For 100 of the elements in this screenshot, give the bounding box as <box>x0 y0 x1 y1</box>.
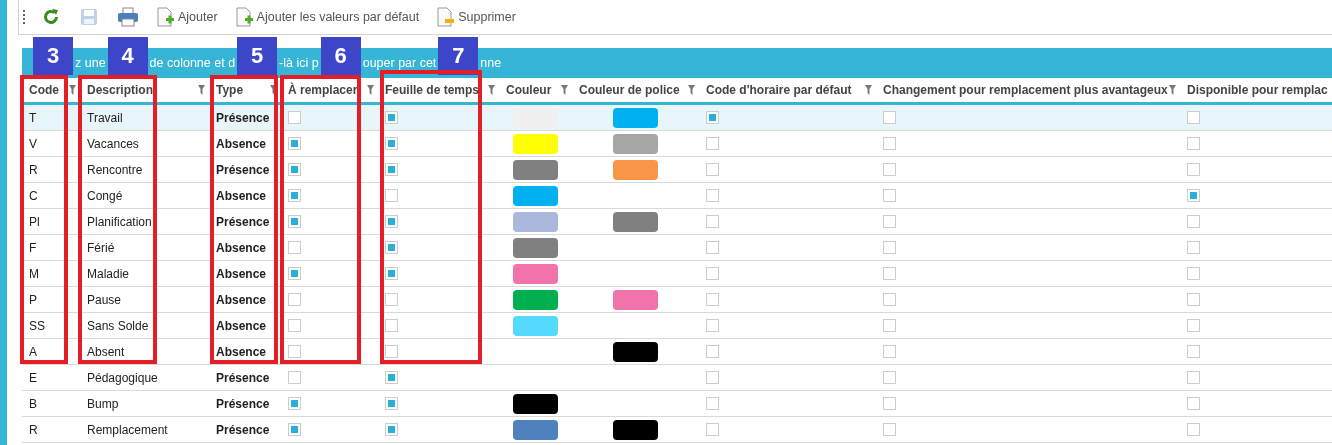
color-swatch[interactable] <box>513 211 558 232</box>
checkbox[interactable] <box>883 397 896 410</box>
table-row[interactable]: T Travail Présence <box>22 105 1332 131</box>
checkbox[interactable] <box>288 163 301 176</box>
checkbox[interactable] <box>288 241 301 254</box>
delete-button[interactable]: Supprimer <box>435 5 518 29</box>
column-header[interactable]: Code d'horaire par défaut <box>699 78 876 102</box>
column-header[interactable]: Feuille de temps <box>378 78 499 102</box>
checkbox[interactable] <box>1187 137 1200 150</box>
table-row[interactable]: A Absent Absence <box>22 339 1332 365</box>
checkbox[interactable] <box>288 189 301 202</box>
color-swatch[interactable] <box>513 289 558 310</box>
checkbox[interactable] <box>706 397 719 410</box>
checkbox[interactable] <box>385 163 398 176</box>
checkbox[interactable] <box>1187 163 1200 176</box>
checkbox[interactable] <box>385 423 398 436</box>
color-swatch[interactable] <box>513 133 558 154</box>
checkbox[interactable] <box>883 241 896 254</box>
column-header[interactable]: À remplacer <box>281 78 378 102</box>
checkbox[interactable] <box>288 345 301 358</box>
checkbox[interactable] <box>1187 241 1200 254</box>
checkbox[interactable] <box>706 241 719 254</box>
column-header[interactable]: Description <box>80 78 209 102</box>
checkbox[interactable] <box>385 137 398 150</box>
color-swatch[interactable] <box>613 289 658 310</box>
column-header[interactable]: Code <box>22 78 80 102</box>
table-row[interactable]: E Pédagogique Présence <box>22 365 1332 391</box>
filter-icon[interactable] <box>270 85 277 95</box>
checkbox[interactable] <box>706 319 719 332</box>
checkbox[interactable] <box>385 293 398 306</box>
color-swatch[interactable] <box>513 419 558 440</box>
checkbox[interactable] <box>288 371 301 384</box>
filter-icon[interactable] <box>488 85 495 95</box>
table-row[interactable]: B Bump Présence <box>22 391 1332 417</box>
checkbox[interactable] <box>1187 111 1200 124</box>
checkbox[interactable] <box>385 215 398 228</box>
color-swatch[interactable] <box>613 107 658 128</box>
checkbox[interactable] <box>706 215 719 228</box>
filter-icon[interactable] <box>198 85 205 95</box>
checkbox[interactable] <box>706 371 719 384</box>
table-row[interactable]: R Rencontre Présence <box>22 157 1332 183</box>
checkbox[interactable] <box>1187 397 1200 410</box>
table-row[interactable]: V Vacances Absence <box>22 131 1332 157</box>
checkbox[interactable] <box>883 215 896 228</box>
filter-icon[interactable] <box>688 85 695 95</box>
checkbox[interactable] <box>288 293 301 306</box>
checkbox[interactable] <box>706 163 719 176</box>
checkbox[interactable] <box>706 345 719 358</box>
color-swatch[interactable] <box>613 159 658 180</box>
checkbox[interactable] <box>883 189 896 202</box>
add-button[interactable]: Ajouter <box>155 5 220 29</box>
checkbox[interactable] <box>706 293 719 306</box>
column-header[interactable]: Changement pour remplacement plus avantageux <box>876 78 1180 102</box>
checkbox[interactable] <box>385 111 398 124</box>
checkbox[interactable] <box>1187 215 1200 228</box>
checkbox[interactable] <box>288 111 301 124</box>
table-row[interactable]: Pl Planification Présence <box>22 209 1332 235</box>
table-row[interactable]: C Congé Absence <box>22 183 1332 209</box>
checkbox[interactable] <box>883 163 896 176</box>
color-swatch[interactable] <box>513 393 558 414</box>
column-header[interactable]: Couleur <box>499 78 572 102</box>
checkbox[interactable] <box>1187 319 1200 332</box>
checkbox[interactable] <box>288 137 301 150</box>
color-swatch[interactable] <box>513 185 558 206</box>
checkbox[interactable] <box>1187 371 1200 384</box>
checkbox[interactable] <box>288 215 301 228</box>
checkbox[interactable] <box>385 397 398 410</box>
checkbox[interactable] <box>288 267 301 280</box>
checkbox[interactable] <box>1187 423 1200 436</box>
filter-icon[interactable] <box>69 85 76 95</box>
checkbox[interactable] <box>706 111 719 124</box>
color-swatch[interactable] <box>613 419 658 440</box>
color-swatch[interactable] <box>613 211 658 232</box>
filter-icon[interactable] <box>865 85 872 95</box>
checkbox[interactable] <box>883 345 896 358</box>
checkbox[interactable] <box>1187 189 1200 202</box>
checkbox[interactable] <box>385 345 398 358</box>
color-swatch[interactable] <box>613 133 658 154</box>
table-row[interactable]: F Férié Absence <box>22 235 1332 261</box>
checkbox[interactable] <box>385 241 398 254</box>
checkbox[interactable] <box>706 189 719 202</box>
filter-icon[interactable] <box>367 85 374 95</box>
checkbox[interactable] <box>1187 267 1200 280</box>
add-button[interactable]: Ajouter les valeurs par défaut <box>233 5 422 29</box>
table-row[interactable]: P Pause Absence <box>22 287 1332 313</box>
table-row[interactable]: R Remplacement Présence <box>22 417 1332 443</box>
print-button[interactable] <box>115 5 141 29</box>
table-row[interactable]: SS Sans Solde Absence <box>22 313 1332 339</box>
checkbox[interactable] <box>883 293 896 306</box>
table-row[interactable]: M Maladie Absence <box>22 261 1332 287</box>
checkbox[interactable] <box>706 137 719 150</box>
checkbox[interactable] <box>883 371 896 384</box>
checkbox[interactable] <box>385 189 398 202</box>
checkbox[interactable] <box>883 111 896 124</box>
color-swatch[interactable] <box>513 263 558 284</box>
checkbox[interactable] <box>1187 345 1200 358</box>
checkbox[interactable] <box>288 319 301 332</box>
column-header[interactable]: Disponible pour remplac <box>1180 78 1327 102</box>
checkbox[interactable] <box>385 267 398 280</box>
filter-icon[interactable] <box>561 85 568 95</box>
